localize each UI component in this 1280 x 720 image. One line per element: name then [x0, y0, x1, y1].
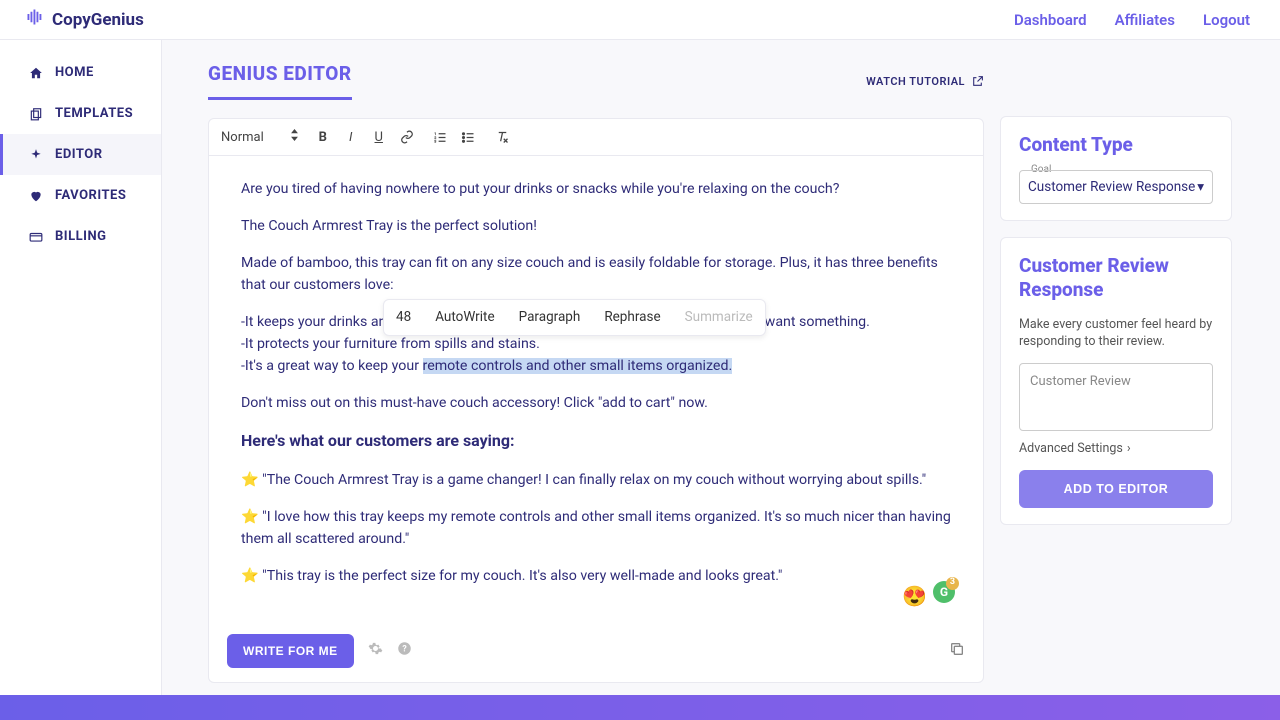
- home-icon: [29, 66, 43, 80]
- sidebar-label: FAVORITES: [55, 188, 126, 203]
- advanced-settings-link[interactable]: Advanced Settings ›: [1019, 441, 1213, 456]
- adv-label: Advanced Settings: [1019, 441, 1123, 456]
- style-value: Normal: [221, 130, 264, 145]
- paragraph: Made of bamboo, this tray can fit on any…: [241, 252, 951, 296]
- sidebar-item-templates[interactable]: TEMPLATES: [0, 93, 161, 134]
- brand-name: CopyGenius: [52, 10, 144, 30]
- chevron-updown-icon: [290, 129, 299, 145]
- section-heading: Here's what our customers are saying:: [241, 429, 951, 454]
- chevron-right-icon: ›: [1127, 441, 1131, 456]
- svg-text:?: ?: [402, 645, 407, 655]
- popup-summarize[interactable]: Summarize: [673, 300, 765, 335]
- editor-icon: [29, 148, 43, 162]
- gear-icon[interactable]: [368, 641, 383, 660]
- ordered-list-button[interactable]: 123: [431, 127, 451, 147]
- goal-value: Customer Review Response: [1028, 179, 1195, 195]
- add-to-editor-button[interactable]: ADD TO EDITOR: [1019, 470, 1213, 508]
- link-button[interactable]: [397, 127, 417, 147]
- panel-title: Customer Review Response: [1019, 254, 1213, 302]
- affiliates-link[interactable]: Affiliates: [1115, 11, 1175, 29]
- underline-button[interactable]: U: [369, 127, 389, 147]
- bottom-promo-bar: [0, 695, 1280, 720]
- panel-desc: Make every customer feel heard by respon…: [1019, 316, 1213, 351]
- popup-rephrase[interactable]: Rephrase: [592, 300, 672, 335]
- customer-review-input[interactable]: Customer Review: [1019, 363, 1213, 431]
- sidebar-item-home[interactable]: HOME: [0, 52, 161, 93]
- popup-paragraph[interactable]: Paragraph: [507, 300, 593, 335]
- billing-icon: [29, 230, 43, 244]
- sidebar-label: TEMPLATES: [55, 106, 133, 121]
- grammarly-badge[interactable]: G: [933, 581, 955, 603]
- paragraph: Don't miss out on this must-have couch a…: [241, 392, 951, 414]
- text-selection: remote controls and other small items or…: [423, 358, 733, 374]
- dashboard-link[interactable]: Dashboard: [1014, 11, 1087, 29]
- sidebar: HOME TEMPLATES EDITOR FAVORITES BILLING: [0, 40, 162, 695]
- sidebar-item-billing[interactable]: BILLING: [0, 216, 161, 257]
- unordered-list-button[interactable]: [459, 127, 479, 147]
- external-link-icon: [971, 75, 984, 88]
- popup-count: 48: [384, 300, 423, 335]
- watch-tutorial-link[interactable]: WATCH TUTORIAL: [866, 75, 984, 88]
- heart-icon: [29, 189, 43, 203]
- svg-text:3: 3: [434, 139, 436, 143]
- bold-button[interactable]: B: [313, 127, 333, 147]
- sidebar-label: EDITOR: [55, 147, 103, 162]
- write-for-me-button[interactable]: WRITE FOR ME: [227, 634, 354, 668]
- editor-body[interactable]: Are you tired of having nowhere to put y…: [209, 156, 983, 622]
- goal-select[interactable]: Customer Review Response ▾: [1019, 170, 1213, 204]
- review: ⭐ "The Couch Armrest Tray is a game chan…: [241, 469, 951, 491]
- sidebar-item-favorites[interactable]: FAVORITES: [0, 175, 161, 216]
- help-icon[interactable]: ?: [397, 641, 412, 660]
- logout-link[interactable]: Logout: [1203, 11, 1250, 29]
- tutorial-label: WATCH TUTORIAL: [866, 75, 965, 88]
- paragraph: The Couch Armrest Tray is the perfect so…: [241, 215, 951, 237]
- sidebar-item-editor[interactable]: EDITOR: [0, 134, 161, 175]
- emoji-reaction-icon[interactable]: 😍: [902, 581, 927, 612]
- content-type-panel: Content Type Goal Customer Review Respon…: [1000, 116, 1232, 221]
- toolbar: Normal B I U 123: [209, 119, 983, 156]
- templates-icon: [29, 107, 43, 121]
- panel-title: Content Type: [1019, 133, 1213, 156]
- response-panel: Customer Review Response Make every cust…: [1000, 237, 1232, 525]
- sidebar-label: BILLING: [55, 229, 107, 244]
- chevron-down-icon: ▾: [1197, 179, 1204, 195]
- selection-popup: 48 AutoWrite Paragraph Rephrase Summariz…: [383, 299, 766, 336]
- popup-autowrite[interactable]: AutoWrite: [423, 300, 506, 335]
- style-select[interactable]: Normal: [221, 129, 299, 145]
- brand-logo[interactable]: CopyGenius: [26, 8, 144, 31]
- logo-icon: [26, 8, 44, 31]
- clear-format-button[interactable]: [493, 127, 513, 147]
- page-title: GENIUS EDITOR: [208, 62, 352, 100]
- editor-card: Normal B I U 123 Are you tired of having…: [208, 118, 984, 683]
- review: ⭐ "I love how this tray keeps my remote …: [241, 506, 951, 550]
- italic-button[interactable]: I: [341, 127, 361, 147]
- copy-icon[interactable]: [949, 641, 965, 661]
- paragraph: Are you tired of having nowhere to put y…: [241, 178, 951, 200]
- sidebar-label: HOME: [55, 65, 94, 80]
- review: ⭐ "This tray is the perfect size for my …: [241, 565, 951, 587]
